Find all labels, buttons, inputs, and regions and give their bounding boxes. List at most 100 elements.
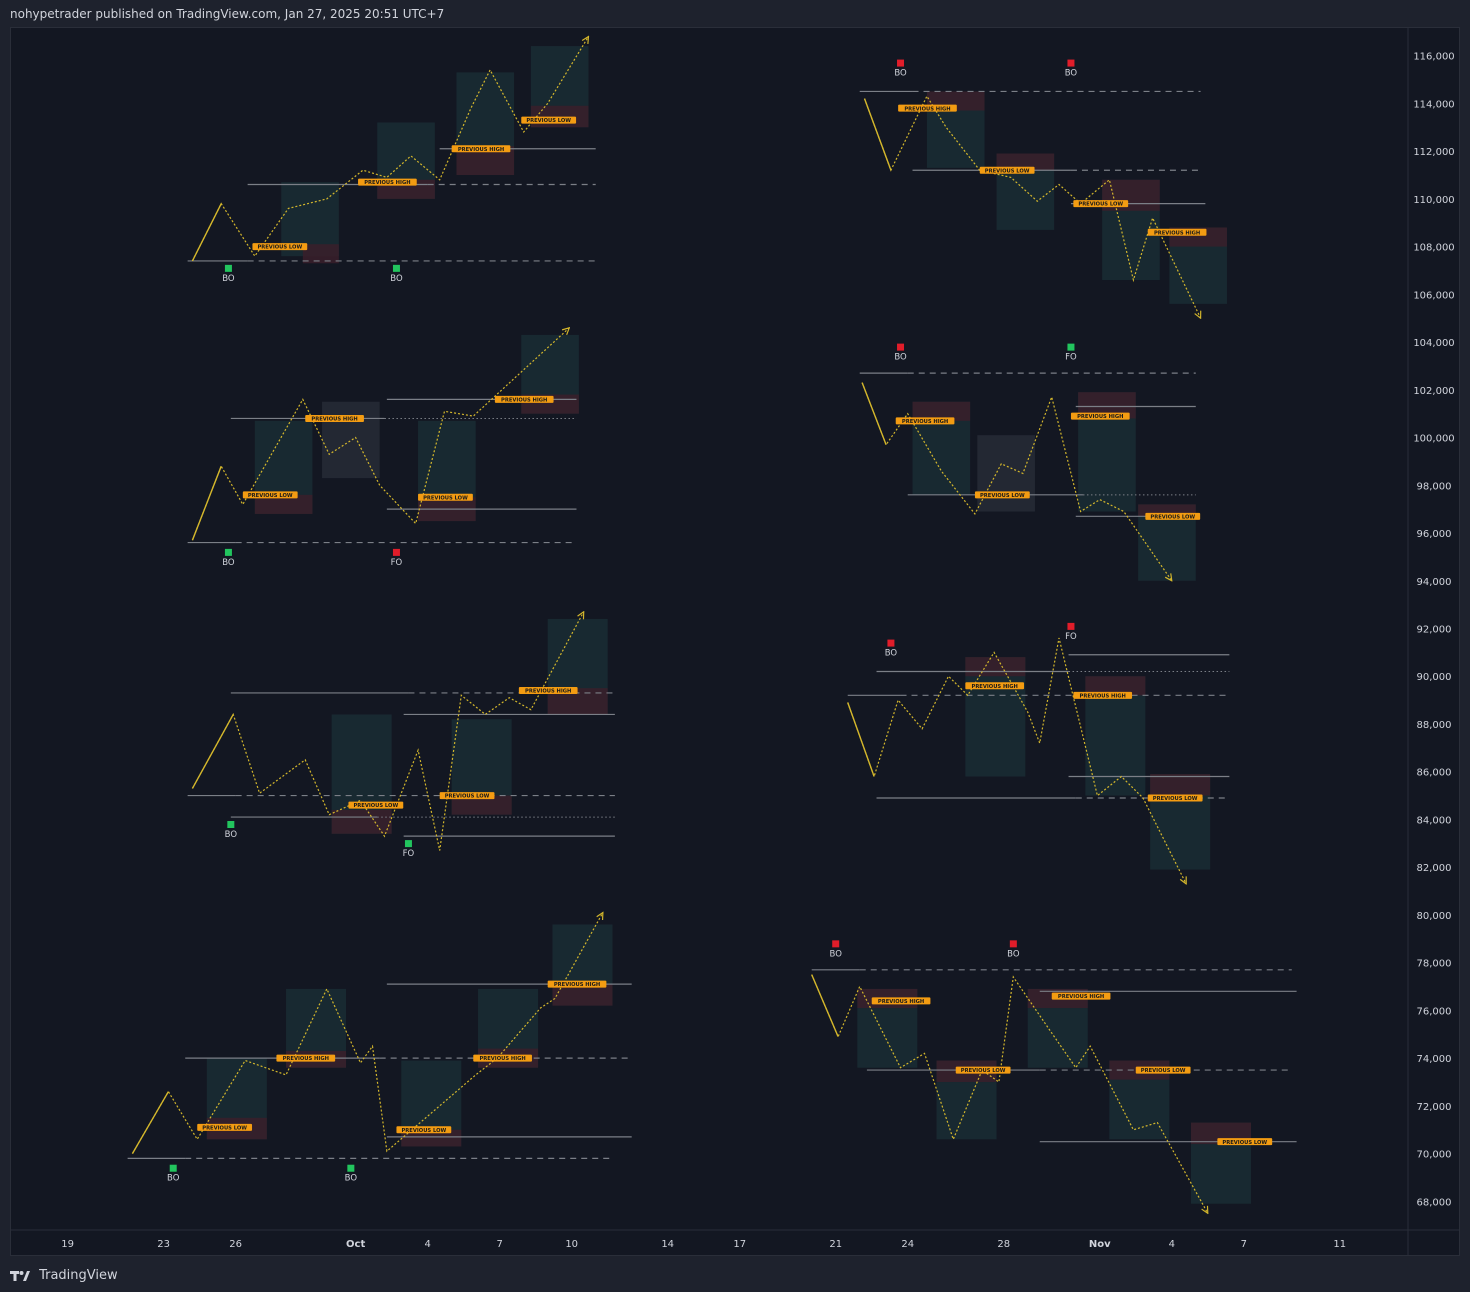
svg-text:FO: FO — [391, 558, 403, 568]
level-label: PREVIOUS LOW — [1145, 512, 1201, 520]
price-tick-label: 88,000 — [1417, 720, 1452, 731]
price-tick-label: 116,000 — [1413, 52, 1454, 63]
price-tick-label: 74,000 — [1417, 1054, 1452, 1065]
level-label: PREVIOUS LOW — [396, 1126, 452, 1134]
price-tick-label: 76,000 — [1417, 1006, 1452, 1017]
svg-text:PREVIOUS HIGH: PREVIOUS HIGH — [878, 999, 924, 1005]
price-tick-label: 80,000 — [1417, 911, 1452, 922]
price-tick-label: 106,000 — [1413, 290, 1454, 301]
price-tick-label: 112,000 — [1413, 147, 1454, 158]
time-tick-label: 26 — [229, 1239, 242, 1250]
time-tick-label: 11 — [1333, 1239, 1346, 1250]
svg-text:BO: BO — [222, 274, 235, 284]
brand-name: TradingView — [39, 1268, 118, 1283]
price-tick-label: 114,000 — [1413, 99, 1454, 110]
time-axis[interactable]: 19 23 26 Oct 4 7 10 14 17 21 24 28 Nov 4 7 11 — [61, 1239, 1346, 1250]
level-label: PREVIOUS HIGH — [305, 414, 364, 423]
publish-header: nohypetrader published on TradingView.co… — [0, 0, 1470, 27]
level-label: PREVIOUS HIGH — [451, 145, 511, 153]
time-tick-label: Oct — [346, 1239, 365, 1250]
zone-red — [331, 809, 392, 834]
svg-text:PREVIOUS LOW: PREVIOUS LOW — [980, 493, 1025, 499]
svg-text:PREVIOUS HIGH: PREVIOUS HIGH — [554, 982, 600, 988]
svg-text:PREVIOUS LOW: PREVIOUS LOW — [1141, 1068, 1186, 1074]
level-label: PREVIOUS LOW — [1217, 1138, 1273, 1146]
svg-text:PREVIOUS LOW: PREVIOUS LOW — [1153, 796, 1198, 802]
svg-text:PREVIOUS HIGH: PREVIOUS HIGH — [1080, 693, 1126, 699]
time-tick-label: 4 — [1169, 1239, 1175, 1250]
level-label: PREVIOUS LOW — [197, 1123, 253, 1131]
svg-text:PREVIOUS LOW: PREVIOUS LOW — [526, 118, 571, 124]
price-tick-label: 108,000 — [1413, 243, 1454, 254]
price-tick-label: 82,000 — [1417, 863, 1452, 874]
svg-text:PREVIOUS HIGH: PREVIOUS HIGH — [283, 1056, 329, 1062]
plot-area — [11, 28, 1408, 1230]
svg-text:PREVIOUS HIGH: PREVIOUS HIGH — [479, 1056, 525, 1062]
price-tick-label: 86,000 — [1417, 768, 1452, 779]
svg-text:PREVIOUS LOW: PREVIOUS LOW — [353, 803, 398, 809]
time-tick-label: Nov — [1089, 1239, 1111, 1250]
level-label: PREVIOUS HIGH — [965, 682, 1025, 690]
price-tick-label: 100,000 — [1413, 434, 1454, 445]
time-tick-label: 19 — [61, 1239, 74, 1250]
svg-text:BO: BO — [885, 649, 898, 659]
price-tick-label: 70,000 — [1417, 1150, 1452, 1161]
level-label: PREVIOUS HIGH — [494, 395, 554, 403]
svg-text:BO: BO — [345, 1174, 358, 1184]
level-label: PREVIOUS HIGH — [1073, 691, 1133, 699]
tradingview-logo-icon[interactable] — [10, 1270, 30, 1282]
zone-red — [1150, 774, 1211, 796]
time-tick-label: 7 — [496, 1239, 502, 1250]
level-label: PREVIOUS LOW — [979, 166, 1035, 174]
price-tick-label: 110,000 — [1413, 195, 1454, 206]
level-label: PREVIOUS HIGH — [1051, 992, 1111, 1000]
svg-text:FO: FO — [403, 849, 415, 859]
level-label: PREVIOUS HIGH — [547, 980, 607, 988]
svg-text:PREVIOUS HIGH: PREVIOUS HIGH — [904, 106, 950, 112]
svg-text:BO: BO — [830, 949, 843, 959]
price-tick-label: 84,000 — [1417, 815, 1452, 826]
time-tick-label: 28 — [997, 1239, 1010, 1250]
attribution-text: nohypetrader published on TradingView.co… — [10, 7, 445, 21]
svg-text:PREVIOUS HIGH: PREVIOUS HIGH — [1077, 414, 1123, 420]
chart-frame: PREVIOUS LOW PREVIOUS HIGH PREVIOUS HIGH PR… — [10, 27, 1460, 1256]
level-label: PREVIOUS HIGH — [1147, 228, 1207, 236]
svg-text:PREVIOUS HIGH: PREVIOUS HIGH — [1058, 994, 1104, 1000]
time-tick-label: 14 — [661, 1239, 674, 1250]
price-tick-label: 98,000 — [1417, 481, 1452, 492]
svg-text:PREVIOUS HIGH: PREVIOUS HIGH — [972, 684, 1018, 690]
svg-text:PREVIOUS LOW: PREVIOUS LOW — [961, 1068, 1006, 1074]
level-label: PREVIOUS HIGH — [895, 417, 955, 425]
svg-text:PREVIOUS HIGH: PREVIOUS HIGH — [364, 180, 410, 186]
price-tick-label: 68,000 — [1417, 1197, 1452, 1208]
time-tick-label: 23 — [157, 1239, 170, 1250]
level-label: PREVIOUS LOW — [1147, 794, 1203, 802]
level-label: PREVIOUS LOW — [521, 116, 577, 124]
price-tick-label: 102,000 — [1413, 386, 1454, 397]
svg-text:PREVIOUS LOW: PREVIOUS LOW — [202, 1125, 247, 1131]
zone-grey — [322, 401, 380, 479]
zone-grey — [977, 435, 1035, 512]
time-tick-label: 7 — [1241, 1239, 1247, 1250]
svg-text:PREVIOUS LOW: PREVIOUS LOW — [1150, 514, 1195, 520]
level-label: PREVIOUS HIGH — [473, 1054, 532, 1062]
level-label: PREVIOUS LOW — [242, 491, 298, 499]
svg-text:PREVIOUS LOW: PREVIOUS LOW — [445, 794, 490, 800]
price-tick-label: 78,000 — [1417, 959, 1452, 970]
level-label: PREVIOUS LOW — [955, 1066, 1011, 1074]
level-label: PREVIOUS HIGH — [898, 104, 957, 112]
svg-text:BO: BO — [894, 69, 907, 79]
svg-text:PREVIOUS HIGH: PREVIOUS HIGH — [525, 689, 571, 695]
svg-text:PREVIOUS LOW: PREVIOUS LOW — [248, 493, 293, 499]
time-tick-label: 17 — [733, 1239, 746, 1250]
level-label: PREVIOUS LOW — [252, 243, 308, 251]
svg-text:PREVIOUS LOW: PREVIOUS LOW — [257, 245, 302, 251]
svg-text:PREVIOUS LOW: PREVIOUS LOW — [1078, 202, 1123, 208]
svg-text:BO: BO — [1007, 949, 1020, 959]
svg-text:PREVIOUS LOW: PREVIOUS LOW — [985, 168, 1030, 174]
level-label: PREVIOUS LOW — [974, 491, 1030, 499]
price-axis[interactable]: 116,000 114,000 112,000 110,000 108,000 106,0… — [1413, 52, 1454, 1209]
level-label: PREVIOUS LOW — [1135, 1066, 1191, 1074]
chart-canvas[interactable]: PREVIOUS LOW PREVIOUS HIGH PREVIOUS HIGH PR… — [10, 27, 1460, 1256]
svg-text:PREVIOUS HIGH: PREVIOUS HIGH — [902, 419, 948, 425]
